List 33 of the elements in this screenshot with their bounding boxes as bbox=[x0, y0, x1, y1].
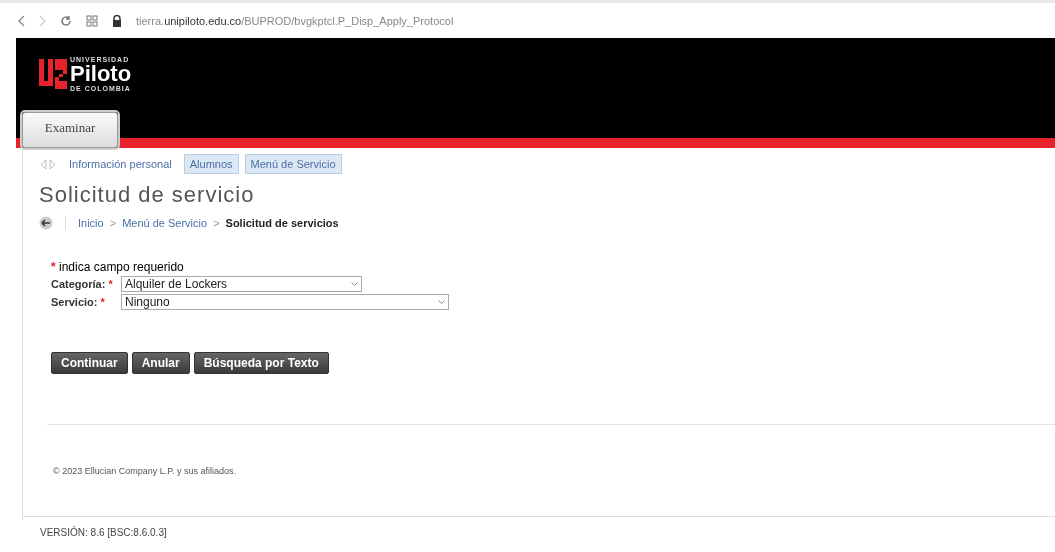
field-label: Servicio: bbox=[51, 296, 98, 308]
back-circle-icon[interactable] bbox=[39, 216, 53, 230]
url-text[interactable]: tierra.unipiloto.edu.co/BUPROD/bvgkptcl.P_Disp_Apply_Protocol bbox=[136, 14, 454, 27]
browse-menu-button[interactable]: Examinar bbox=[22, 112, 118, 148]
logo-name: Piloto bbox=[70, 63, 132, 85]
action-button[interactable]: Búsqueda por Texto bbox=[193, 352, 329, 374]
required-mark: * bbox=[108, 278, 113, 290]
breadcrumb-separator: > bbox=[109, 217, 117, 229]
lock-icon bbox=[112, 14, 122, 27]
required-mark: * bbox=[51, 260, 56, 274]
breadcrumb-current: Solicitud de servicios bbox=[225, 217, 339, 229]
required-mark: * bbox=[100, 296, 105, 308]
breadcrumb-link[interactable]: Menú de Servicio bbox=[122, 217, 208, 229]
page-title: Solicitud de servicio bbox=[39, 182, 256, 208]
grid-icon[interactable] bbox=[86, 14, 98, 27]
action-button[interactable]: Continuar bbox=[51, 352, 128, 374]
nav-tab[interactable]: Alumnos bbox=[183, 154, 239, 174]
copyright-text: © 2023 Ellucian Company L.P. y sus afiliados. bbox=[53, 466, 237, 476]
breadcrumb-separator: > bbox=[213, 217, 220, 229]
select-field[interactable]: Ninguno bbox=[121, 294, 449, 310]
field-label: Categoría: bbox=[51, 278, 106, 290]
breadcrumb-link[interactable]: Inicio bbox=[78, 217, 104, 229]
back-icon[interactable] bbox=[18, 14, 25, 27]
caret-icon bbox=[351, 282, 358, 286]
caret-icon bbox=[438, 300, 445, 304]
nav-tab[interactable]: Información personal bbox=[63, 154, 178, 174]
reload-icon[interactable] bbox=[60, 14, 72, 27]
logo-mark-icon bbox=[38, 58, 68, 90]
select-field[interactable]: Alquiler de Lockers bbox=[121, 276, 362, 292]
action-button[interactable]: Anular bbox=[131, 352, 190, 374]
version-text: VERSIÓN: 8.6 [BSC:8.6.0.3] bbox=[40, 527, 168, 538]
nav-tab[interactable]: Menú de Servicio bbox=[244, 154, 342, 174]
required-note: indica campo requerido bbox=[59, 260, 184, 274]
